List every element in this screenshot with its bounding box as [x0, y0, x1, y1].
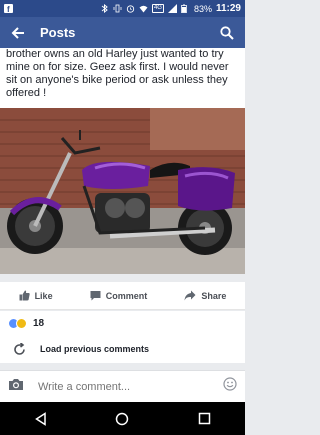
app-bar: Posts [0, 17, 245, 48]
bluetooth-icon [100, 3, 109, 14]
share-button[interactable]: Share [184, 290, 226, 301]
network-type: 4G [151, 4, 164, 13]
post-text: brother owns an old Harley just wanted t… [6, 48, 229, 99]
reaction-count: 18 [33, 317, 45, 329]
emoji-icon[interactable] [223, 377, 237, 396]
comment-input[interactable] [38, 380, 198, 393]
load-previous-label: Load previous comments [40, 344, 150, 354]
alarm-icon [126, 4, 135, 13]
refresh-icon [10, 342, 28, 356]
vibrate-icon [113, 4, 122, 13]
comment-button[interactable]: Comment [90, 290, 148, 301]
svg-text:f: f [7, 5, 10, 13]
thumbs-up-icon [19, 290, 30, 301]
share-icon [184, 290, 196, 301]
like-button[interactable]: Like [19, 290, 53, 301]
signal-icon [167, 4, 177, 13]
comment-label: Comment [105, 290, 148, 301]
search-button[interactable] [217, 23, 237, 43]
nav-back-icon [34, 411, 46, 426]
like-label: Like [34, 290, 53, 301]
clock: 11:29 [215, 3, 241, 14]
status-bar: f 4G 83% 11:29 [0, 0, 245, 17]
nav-home-icon [116, 412, 129, 425]
post-card: brother owns an old Harley just wanted t… [0, 48, 245, 108]
facebook-icon: f [4, 4, 13, 14]
nav-home-button[interactable] [110, 407, 134, 431]
comment-icon [90, 291, 101, 301]
motorcycle-photo[interactable] [0, 108, 245, 274]
page-title: Posts [40, 25, 76, 40]
system-nav-bar [0, 402, 245, 435]
battery-percent: 83% [193, 3, 212, 14]
haha-reaction-icon [16, 317, 27, 329]
nav-back-button[interactable] [29, 407, 53, 431]
nav-recents-icon [198, 412, 210, 425]
nav-recents-button[interactable] [192, 407, 216, 431]
battery-icon [181, 4, 190, 13]
comment-composer [0, 370, 245, 402]
load-previous-comments[interactable]: Load previous comments [0, 335, 245, 363]
reactions-summary[interactable]: 18 [0, 311, 245, 335]
back-arrow-icon [11, 26, 24, 39]
share-label: Share [201, 290, 227, 301]
back-button[interactable] [8, 23, 28, 43]
wifi-icon [139, 4, 148, 13]
search-icon [220, 25, 234, 40]
camera-icon[interactable] [8, 378, 26, 396]
post-actions: Like Comment Share [0, 282, 245, 310]
